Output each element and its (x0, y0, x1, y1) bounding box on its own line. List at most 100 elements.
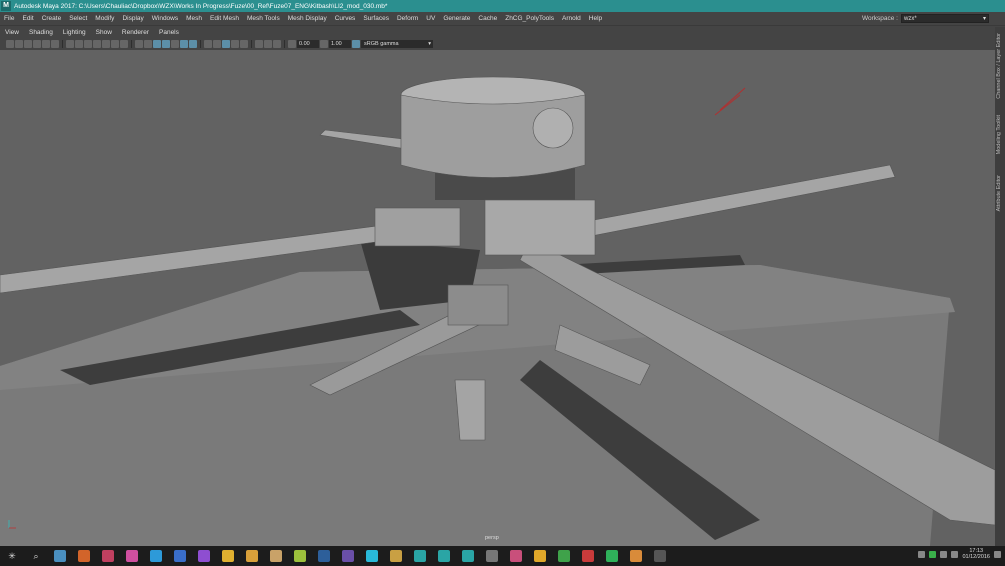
exposure-icon (288, 39, 296, 48)
wireframe-on-shaded-icon[interactable] (153, 39, 161, 48)
safe-action-icon[interactable] (111, 39, 119, 48)
toolbar-divider (200, 39, 201, 48)
channel-box-tab[interactable]: Channel Box / Layer Editor (996, 33, 1002, 99)
maya-icon[interactable] (462, 550, 474, 562)
shadows-icon[interactable] (180, 39, 188, 48)
app-icon-yellow[interactable] (534, 550, 546, 562)
perspective-viewport[interactable] (0, 50, 995, 546)
app-icon-red2[interactable] (582, 550, 594, 562)
menu-zhcg-polytools[interactable]: ZhCG_PolyTools (501, 15, 558, 22)
depth-of-field-icon[interactable] (222, 39, 230, 48)
safe-title-icon[interactable] (120, 39, 128, 48)
menu-edit-mesh[interactable]: Edit Mesh (206, 15, 243, 22)
app-icon-pink[interactable] (126, 550, 138, 562)
app-icon-3[interactable] (486, 550, 498, 562)
grid-icon[interactable] (66, 39, 74, 48)
menu-display[interactable]: Display (118, 15, 147, 22)
use-all-lights-icon[interactable] (171, 39, 179, 48)
menu-windows[interactable]: Windows (148, 15, 182, 22)
view-transform-dropdown[interactable]: sRGB gamma ▾ (361, 39, 433, 48)
bookmark-icon[interactable] (24, 39, 32, 48)
panel-menu-lighting[interactable]: Lighting (58, 29, 91, 36)
menu-curves[interactable]: Curves (331, 15, 360, 22)
app-icon-cyan[interactable] (150, 550, 162, 562)
panel-menu-panels[interactable]: Panels (154, 29, 184, 36)
menu-select[interactable]: Select (65, 15, 91, 22)
app-icon-green[interactable] (558, 550, 570, 562)
film-gate-icon[interactable] (75, 39, 83, 48)
photoshop-icon[interactable] (318, 550, 330, 562)
volume-icon[interactable] (951, 550, 959, 558)
app-icon-blue[interactable] (174, 550, 186, 562)
folder-icon[interactable] (222, 550, 234, 562)
app-icon-cyan2[interactable] (366, 550, 378, 562)
task-view-icon[interactable] (54, 550, 66, 562)
panel-menu-renderer[interactable]: Renderer (117, 29, 154, 36)
exposure-field[interactable]: 0.00 (297, 39, 319, 48)
menu-help[interactable]: Help (585, 15, 606, 22)
menu-mesh-display[interactable]: Mesh Display (284, 15, 331, 22)
menu-modify[interactable]: Modify (91, 15, 118, 22)
menu-file[interactable]: File (0, 15, 18, 22)
2d-pan-zoom-icon[interactable] (42, 39, 50, 48)
camera-attributes-icon[interactable] (15, 39, 23, 48)
search-icon[interactable]: ⌕ (30, 550, 42, 562)
multisample-aa-icon[interactable] (213, 39, 221, 48)
app-icon-lime[interactable] (294, 550, 306, 562)
screen-space-ao-icon[interactable] (189, 39, 197, 48)
image-plane-icon[interactable] (33, 39, 41, 48)
panel-menu-shading[interactable]: Shading (24, 29, 58, 36)
panel-menu-show[interactable]: Show (91, 29, 117, 36)
file-icon[interactable] (270, 550, 282, 562)
menu-edit[interactable]: Edit (18, 15, 37, 22)
backface-culling-icon[interactable] (273, 39, 281, 48)
maya-icon[interactable] (414, 550, 426, 562)
app-icon-orange[interactable] (78, 550, 90, 562)
system-clock[interactable]: 17:13 01/12/2016 (962, 548, 990, 560)
network-icon[interactable] (940, 550, 948, 558)
notifications-icon[interactable] (994, 550, 1001, 558)
app-icon-red[interactable] (102, 550, 114, 562)
grease-pencil-icon[interactable] (51, 39, 59, 48)
menu-cache[interactable]: Cache (474, 15, 501, 22)
menu-create[interactable]: Create (38, 15, 66, 22)
after-effects-icon[interactable] (342, 550, 354, 562)
start-icon[interactable]: ✳ (6, 550, 18, 562)
attribute-editor-tab[interactable]: Attribute Editor (996, 175, 1002, 211)
workspace-dropdown[interactable]: wzx* ▾ (901, 14, 989, 23)
wireframe-icon[interactable] (135, 39, 143, 48)
nvidia-icon[interactable] (929, 550, 937, 558)
menu-uv[interactable]: UV (422, 15, 439, 22)
xray-joints-icon[interactable] (255, 39, 263, 48)
panel-menu-view[interactable]: View (0, 29, 24, 36)
maya-icon[interactable] (438, 550, 450, 562)
app-icon-purple[interactable] (198, 550, 210, 562)
field-chart-icon[interactable] (102, 39, 110, 48)
menu-mesh[interactable]: Mesh (182, 15, 206, 22)
motion-blur-icon[interactable] (204, 39, 212, 48)
gun-body (447, 284, 509, 326)
spotify-icon[interactable] (606, 550, 618, 562)
menu-generate[interactable]: Generate (439, 15, 474, 22)
color-management-icon[interactable] (352, 39, 360, 48)
menu-arnold[interactable]: Arnold (558, 15, 585, 22)
smooth-shade-icon[interactable] (144, 39, 152, 48)
chrome-icon[interactable] (246, 550, 258, 562)
chevron-up-icon[interactable] (918, 550, 926, 558)
resolution-gate-icon[interactable] (84, 39, 92, 48)
isolate-select-icon[interactable] (231, 39, 239, 48)
cinema4d-icon[interactable] (390, 550, 402, 562)
xray-active-components-icon[interactable] (264, 39, 272, 48)
menu-mesh-tools[interactable]: Mesh Tools (243, 15, 284, 22)
substance-icon[interactable] (630, 550, 642, 562)
xray-icon[interactable] (240, 39, 248, 48)
app-icon-pink2[interactable] (510, 550, 522, 562)
textured-icon[interactable] (162, 39, 170, 48)
modeling-toolkit-tab[interactable]: Modeling Toolkit (996, 115, 1002, 154)
menu-surfaces[interactable]: Surfaces (359, 15, 393, 22)
menu-deform[interactable]: Deform (393, 15, 422, 22)
select-camera-icon[interactable] (6, 39, 14, 48)
gamma-field[interactable]: 1.00 (329, 39, 351, 48)
game-icon[interactable] (654, 550, 666, 562)
gate-mask-icon[interactable] (93, 39, 101, 48)
